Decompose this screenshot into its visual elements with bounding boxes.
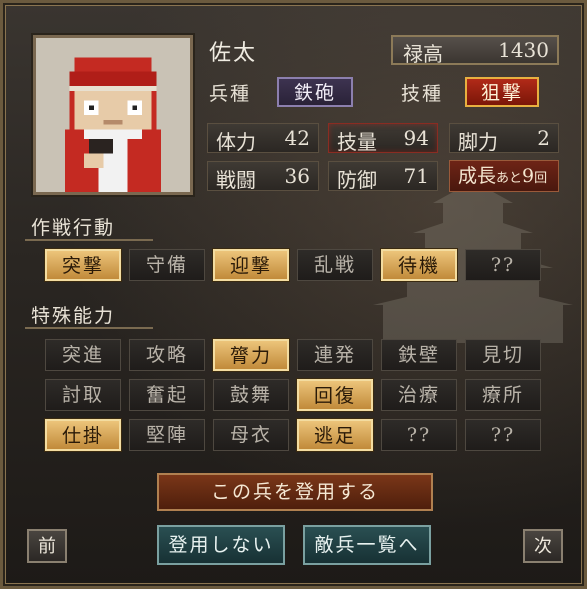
stat-hp-value: 42	[284, 126, 310, 150]
stat-legs: 脚力 2	[449, 123, 559, 154]
ability-button-10[interactable]: 治療	[381, 379, 457, 411]
stat-combat-value: 36	[284, 164, 310, 188]
stat-hp: 体力 42	[207, 123, 319, 154]
musketeer-portrait-icon	[36, 38, 190, 192]
growth-suffix: 回	[534, 171, 548, 186]
unit-type-chip: 鉄砲	[277, 77, 353, 107]
ability-button-15[interactable]: 逃足	[297, 419, 373, 451]
tactic-button-4[interactable]: 待機	[381, 249, 457, 281]
stat-defense-label: 防御	[337, 168, 377, 192]
ability-button-14[interactable]: 母衣	[213, 419, 289, 451]
prev-button[interactable]: 前	[27, 529, 67, 563]
ability-button-12[interactable]: 仕掛	[45, 419, 121, 451]
decline-button[interactable]: 登用しない	[157, 525, 285, 565]
growth-counter: 成長あと9回	[449, 160, 559, 192]
stat-combat-label: 戦闘	[216, 168, 256, 192]
unit-name: 佐太	[209, 41, 258, 66]
enemy-list-button[interactable]: 敵兵一覧へ	[303, 525, 431, 565]
recruit-button[interactable]: この兵を登用する	[157, 473, 433, 511]
tactics-section-title: 作戦行動	[25, 213, 153, 241]
ability-button-2[interactable]: 膂力	[213, 339, 289, 371]
skill-type-label: 技種	[401, 83, 444, 105]
stipend-label: 禄高	[403, 42, 443, 66]
ability-button-5[interactable]: 見切	[465, 339, 541, 371]
stat-defense: 防御 71	[328, 161, 438, 192]
ability-button-16[interactable]: ??	[381, 419, 457, 451]
next-button[interactable]: 次	[523, 529, 563, 563]
stat-legs-value: 2	[537, 126, 550, 150]
growth-value: 9	[522, 165, 535, 187]
tactic-button-0[interactable]: 突撃	[45, 249, 121, 281]
tactic-button-1[interactable]: 守備	[129, 249, 205, 281]
tactic-button-2[interactable]: 迎撃	[213, 249, 289, 281]
ability-button-1[interactable]: 攻略	[129, 339, 205, 371]
unit-detail-window: 佐太 禄高 1430 兵種 鉄砲 技種 狙撃 体力 42 技量 94 脚力 2 …	[0, 0, 587, 589]
growth-prefix: あと	[496, 171, 523, 186]
abilities-section-title: 特殊能力	[25, 301, 153, 329]
skill-type-chip: 狙撃	[465, 77, 539, 107]
stat-defense-value: 71	[403, 164, 429, 188]
ability-button-8[interactable]: 鼓舞	[213, 379, 289, 411]
tactic-button-5[interactable]: ??	[465, 249, 541, 281]
stat-tech-label: 技量	[337, 130, 377, 154]
stat-combat: 戦闘 36	[207, 161, 319, 192]
stat-tech: 技量 94	[328, 123, 438, 154]
growth-label: 成長	[458, 165, 497, 187]
ability-button-9[interactable]: 回復	[297, 379, 373, 411]
ability-button-11[interactable]: 療所	[465, 379, 541, 411]
ability-button-6[interactable]: 討取	[45, 379, 121, 411]
stipend-panel: 禄高 1430	[391, 35, 559, 66]
ability-button-7[interactable]: 奮起	[129, 379, 205, 411]
ability-button-0[interactable]: 突進	[45, 339, 121, 371]
unit-portrait	[33, 35, 193, 195]
tactic-button-3[interactable]: 乱戦	[297, 249, 373, 281]
stat-tech-value: 94	[403, 126, 429, 150]
stat-legs-label: 脚力	[458, 130, 498, 154]
stipend-value: 1430	[498, 38, 549, 62]
stat-hp-label: 体力	[216, 130, 256, 154]
ability-button-3[interactable]: 連発	[297, 339, 373, 371]
ability-button-4[interactable]: 鉄壁	[381, 339, 457, 371]
ability-button-17[interactable]: ??	[465, 419, 541, 451]
ability-button-13[interactable]: 堅陣	[129, 419, 205, 451]
unit-type-label: 兵種	[209, 83, 252, 105]
